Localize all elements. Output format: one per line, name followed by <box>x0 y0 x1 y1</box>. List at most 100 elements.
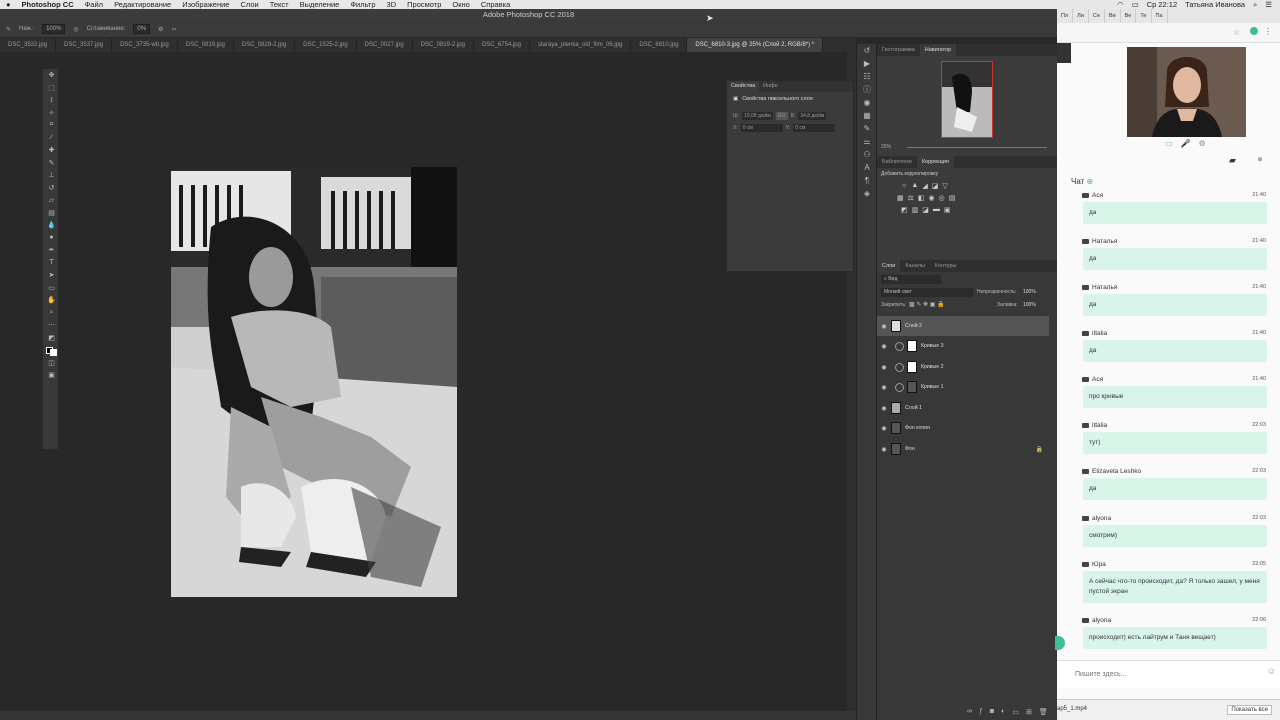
menu-type[interactable]: Текст <box>270 0 289 9</box>
more-tools-icon[interactable]: ⋯ <box>43 319 60 332</box>
history-brush-icon[interactable]: ↺ <box>43 182 60 195</box>
screen-mode-icon[interactable]: ▣ <box>43 369 60 382</box>
user-profile-icon[interactable]: ● <box>1257 154 1263 165</box>
layer-row[interactable]: ◉ Кривые 2 <box>877 357 1049 377</box>
opacity-field[interactable]: 100% <box>42 24 66 34</box>
layer-row[interactable]: ◉ Фон копия <box>877 418 1049 438</box>
pressure-icon[interactable]: ◎ <box>73 26 78 33</box>
height-field[interactable]: 34,8 дюйм <box>798 112 827 120</box>
wifi-icon[interactable]: ◠ <box>1117 0 1124 9</box>
layer-row[interactable]: ◉ Кривые 3 <box>877 336 1049 356</box>
doc-tab[interactable]: DSC_0819.jpg <box>178 38 234 52</box>
lasso-tool-icon[interactable]: ℓ <box>43 94 60 107</box>
path-select-icon[interactable]: ➤ <box>43 269 60 282</box>
group-icon[interactable]: ▭ <box>1012 708 1019 716</box>
browser-tab[interactable]: Ве <box>1121 9 1137 23</box>
eye-icon[interactable]: ◉ <box>877 384 891 391</box>
y-field[interactable]: 0 см <box>793 124 836 132</box>
menu-select[interactable]: Выделение <box>300 0 340 9</box>
apple-icon[interactable]: ● <box>6 0 11 9</box>
properties-icon[interactable]: ☷ <box>857 70 877 83</box>
x-field[interactable]: 0 см <box>740 124 783 132</box>
doc-tab[interactable]: DSC_0819-2.jpg <box>413 38 474 52</box>
menu-help[interactable]: Справка <box>481 0 510 9</box>
invert-icon[interactable]: ◩ <box>901 206 908 214</box>
levels-icon[interactable]: ▲ <box>911 182 918 190</box>
menu-edit[interactable]: Редактирование <box>114 0 171 9</box>
3d-icon[interactable]: ◈ <box>857 187 877 200</box>
side-tab[interactable] <box>1057 43 1071 63</box>
info-icon[interactable]: ⓘ <box>857 83 877 96</box>
camera-icon[interactable]: ▭ <box>1165 139 1173 148</box>
doc-tab[interactable]: DSC_1525-2.jpg <box>295 38 357 52</box>
menu-window[interactable]: Окно <box>452 0 469 9</box>
tab-adjustments[interactable]: Коррекция <box>916 156 954 168</box>
extension-icon[interactable] <box>1250 27 1258 35</box>
photo-filter-icon[interactable]: ◉ <box>929 194 935 202</box>
menu-image[interactable]: Изображение <box>182 0 229 9</box>
menu-file[interactable]: Файл <box>85 0 103 9</box>
actions-icon[interactable]: ▶ <box>857 57 877 70</box>
tab-channels[interactable]: Каналы <box>900 260 930 272</box>
link-button[interactable]: GO <box>775 112 788 120</box>
hue-icon[interactable]: ▦ <box>897 194 904 202</box>
dodge-tool-icon[interactable]: ● <box>43 232 60 245</box>
balance-icon[interactable]: ⚖ <box>908 194 914 202</box>
brush-tool-icon[interactable]: ✎ <box>43 157 60 170</box>
eye-icon[interactable]: ◉ <box>877 405 891 412</box>
chat-bubble-icon[interactable]: ▰ <box>1229 155 1236 166</box>
eraser-tool-icon[interactable]: ▱ <box>43 194 60 207</box>
eye-icon[interactable]: ◉ <box>877 446 891 453</box>
eye-icon[interactable]: ◉ <box>877 323 891 330</box>
clock[interactable]: Ср 22:12 <box>1147 0 1177 9</box>
layer-filter-select[interactable]: ⌕ Вид <box>881 275 941 284</box>
navigator-thumbnail[interactable] <box>941 61 993 138</box>
layer-row[interactable]: ◉ Слой 1 <box>877 398 1049 418</box>
paragraph-icon[interactable]: ¶ <box>857 174 877 187</box>
zoom-tool-icon[interactable]: ⌕ <box>43 307 60 320</box>
doc-tab-active[interactable]: DSC_6810-3.jpg @ 25% (Слой 2, RGB/8*) * <box>687 38 824 52</box>
chat-input[interactable] <box>1075 667 1255 681</box>
user-name[interactable]: Татьяна Иванова <box>1185 0 1245 9</box>
link-layers-icon[interactable]: ∞ <box>967 708 972 716</box>
doc-tab[interactable]: DSC_3537.jpg <box>56 38 113 52</box>
gradient-tool-icon[interactable]: ▤ <box>43 207 60 220</box>
browser-tab[interactable]: Се <box>1089 9 1105 23</box>
marquee-tool-icon[interactable]: ⬚ <box>43 82 60 95</box>
color-swatches[interactable] <box>43 344 60 357</box>
brush-icon[interactable]: ✎ <box>6 26 11 33</box>
doc-tab[interactable]: DSC_3532.jpg <box>0 38 57 52</box>
download-icon[interactable]: ⊕ <box>1087 177 1094 186</box>
threshold-icon[interactable]: ◪ <box>922 206 929 214</box>
width-field[interactable]: 19,08 дюйм <box>741 112 773 120</box>
tab-paths[interactable]: Контуры <box>930 260 962 272</box>
fx-icon[interactable]: ƒ <box>979 708 983 716</box>
move-tool-icon[interactable]: ✥ <box>43 69 60 82</box>
tab-properties[interactable]: Свойства <box>727 81 760 92</box>
app-menu[interactable]: Photoshop CC <box>22 0 74 9</box>
microphone-icon[interactable]: 🎤 <box>1181 139 1191 148</box>
adjustment-layer-icon[interactable]: ◐ <box>1001 708 1005 716</box>
hand-tool-icon[interactable]: ✋ <box>43 294 60 307</box>
crop-tool-icon[interactable]: ⌗ <box>43 119 60 132</box>
browser-tab[interactable]: Ли <box>1073 9 1089 23</box>
character-icon[interactable]: A <box>857 161 877 174</box>
channels-icon[interactable]: ◉ <box>857 96 877 109</box>
download-file[interactable]: ар5_1.mp4 <box>1057 706 1087 712</box>
posterize-icon[interactable]: ▥ <box>912 206 919 214</box>
browser-menu-icon[interactable]: ⋮ <box>1264 27 1272 36</box>
star-icon[interactable]: ☆ <box>1233 28 1240 37</box>
stamp-tool-icon[interactable]: ⊥ <box>43 169 60 182</box>
emoji-icon[interactable]: ☺ <box>1267 666 1276 676</box>
clone-source-icon[interactable]: ⚇ <box>857 148 877 161</box>
layer-opacity-field[interactable]: 100% <box>1023 289 1036 295</box>
blur-tool-icon[interactable]: 💧 <box>43 219 60 232</box>
smoothing-field[interactable]: 0% <box>133 24 151 34</box>
tab-layers[interactable]: Слои <box>877 260 901 272</box>
symmetry-icon[interactable]: ∾ <box>171 26 176 33</box>
new-layer-icon[interactable]: ⊞ <box>1026 708 1032 716</box>
layer-row[interactable]: ◉ Кривые 1 <box>877 377 1049 397</box>
layer-row[interactable]: ◉ Фон 🔒 <box>877 439 1049 459</box>
tab-info[interactable]: Инфо <box>759 81 782 92</box>
doc-tab[interactable]: DSC_0829-2.jpg <box>234 38 296 52</box>
